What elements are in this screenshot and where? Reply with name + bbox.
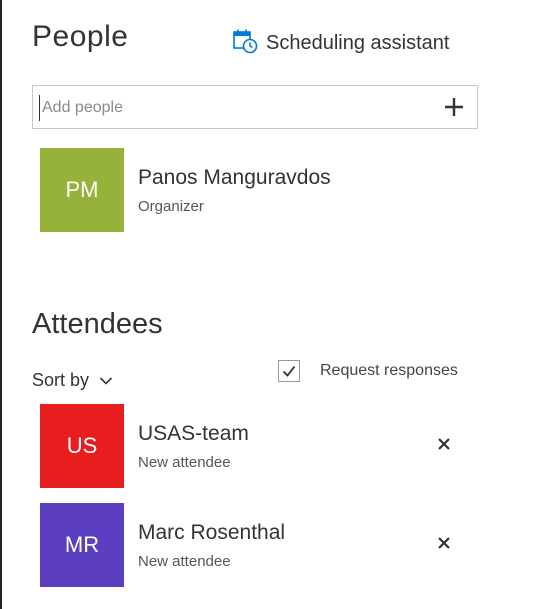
avatar: US — [40, 404, 124, 488]
attendee-status: New attendee — [138, 553, 231, 570]
organizer-name: Panos Manguravdos — [138, 166, 331, 189]
chevron-down-icon — [89, 370, 113, 391]
calendar-clock-icon — [232, 28, 258, 59]
attendee-name: USAS-team — [138, 422, 249, 445]
remove-attendee-icon[interactable] — [434, 434, 454, 454]
add-plus-icon[interactable] — [441, 94, 467, 120]
sort-by-label: Sort by — [32, 370, 90, 390]
attendee-card[interactable]: US USAS-team New attendee — [40, 404, 480, 488]
people-header: People Scheduling assistant — [32, 20, 478, 64]
request-responses-toggle[interactable]: Request responses — [278, 360, 458, 382]
add-people-input[interactable] — [39, 95, 424, 121]
attendee-card[interactable]: MR Marc Rosenthal New attendee — [40, 503, 480, 587]
people-title: People — [32, 20, 129, 53]
avatar: MR — [40, 503, 124, 587]
people-panel: People Scheduling assistant Add people P… — [0, 0, 538, 609]
attendee-status: New attendee — [138, 454, 231, 471]
scheduling-assistant-label: Scheduling assistant — [266, 32, 450, 54]
avatar: PM — [40, 148, 124, 232]
checkmark-icon — [282, 365, 296, 377]
attendee-name: Marc Rosenthal — [138, 521, 286, 544]
sort-by-button[interactable]: Sort by — [32, 370, 113, 391]
scheduling-assistant-button[interactable]: Scheduling assistant — [232, 28, 449, 59]
organizer-role: Organizer — [138, 198, 204, 215]
organizer-card[interactable]: PM Panos Manguravdos Organizer — [40, 148, 480, 232]
request-responses-label: Request responses — [320, 362, 458, 379]
remove-attendee-icon[interactable] — [434, 533, 454, 553]
request-responses-checkbox[interactable] — [278, 360, 300, 382]
attendees-title: Attendees — [32, 308, 163, 340]
add-people-box — [32, 85, 478, 129]
